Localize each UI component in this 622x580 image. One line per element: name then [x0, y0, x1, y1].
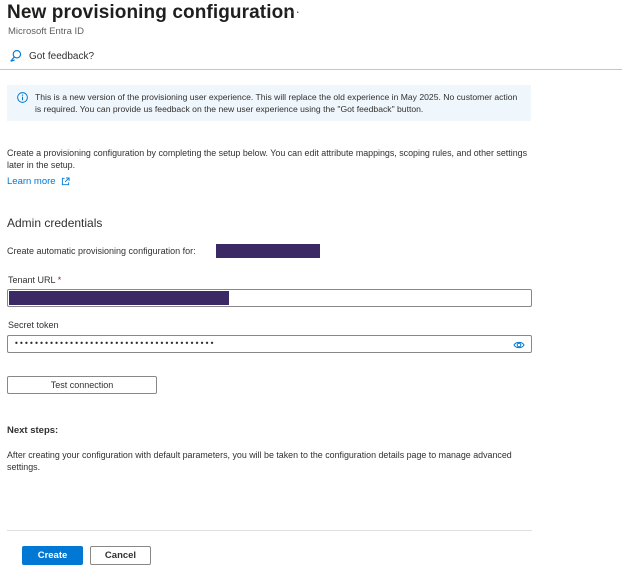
info-banner: This is a new version of the provisionin… — [7, 85, 531, 121]
info-icon — [17, 92, 28, 103]
more-options-button[interactable]: ··· — [284, 3, 301, 19]
tenant-url-label-text: Tenant URL — [8, 275, 56, 285]
secret-token-value: •••••••••••••••••••••••••••••••••••••••• — [14, 339, 215, 348]
create-for-label: Create automatic provisioning configurat… — [7, 246, 196, 256]
page-title: New provisioning configuration — [7, 2, 295, 23]
page-subtitle: Microsoft Entra ID — [8, 26, 85, 37]
redacted-app-name — [216, 244, 320, 258]
intro-text: Create a provisioning configuration by c… — [7, 148, 528, 170]
feedback-icon — [10, 50, 22, 62]
info-banner-text: This is a new version of the provisionin… — [35, 92, 518, 114]
learn-more-label: Learn more — [7, 176, 56, 187]
learn-more-link[interactable]: Learn more — [7, 176, 70, 187]
next-steps-heading: Next steps: — [7, 425, 59, 436]
admin-credentials-heading: Admin credentials — [7, 216, 103, 230]
create-button[interactable]: Create — [22, 546, 83, 565]
cancel-button[interactable]: Cancel — [90, 546, 151, 565]
tenant-url-label: Tenant URL * — [8, 275, 61, 285]
external-link-icon — [61, 177, 70, 186]
secret-token-input[interactable]: •••••••••••••••••••••••••••••••••••••••• — [7, 335, 532, 353]
toolbar-divider — [0, 69, 622, 70]
eye-icon[interactable] — [513, 340, 525, 350]
required-marker: * — [57, 275, 62, 285]
got-feedback-button[interactable]: Got feedback? — [9, 46, 94, 66]
redacted-tenant-url — [9, 291, 229, 305]
secret-token-label: Secret token — [8, 320, 59, 330]
got-feedback-label: Got feedback? — [29, 50, 95, 62]
footer-divider — [7, 530, 532, 531]
test-connection-button[interactable]: Test connection — [7, 376, 157, 394]
next-steps-text: After creating your configuration with d… — [7, 450, 512, 472]
